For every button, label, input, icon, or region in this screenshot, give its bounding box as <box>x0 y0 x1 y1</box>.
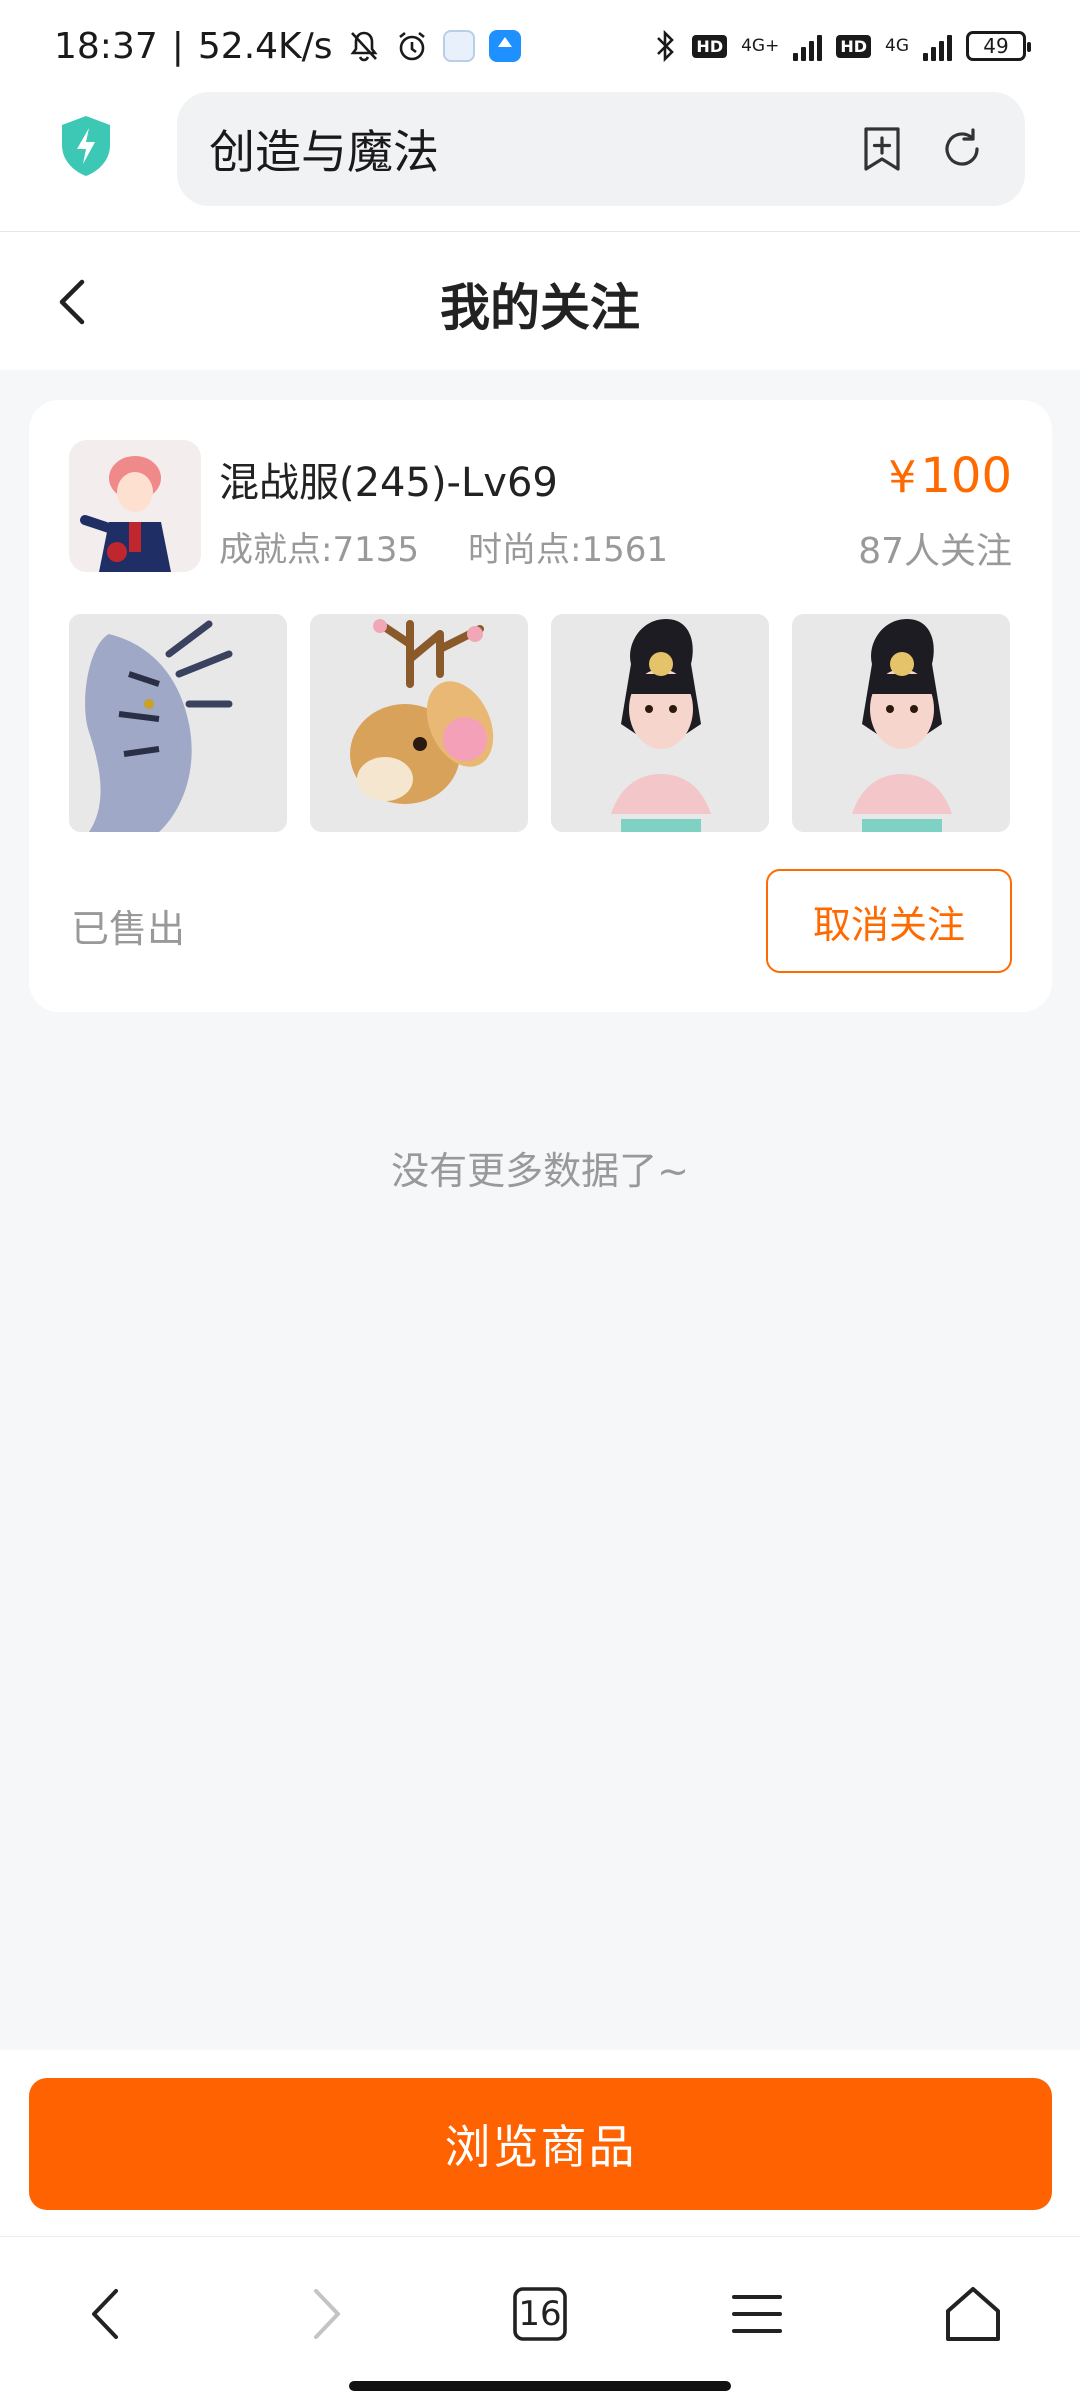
status-bar: 18:37 | 52.4K/s HD 4G+ HD 4G 49 <box>0 0 1080 92</box>
bell-muted-icon <box>349 31 378 62</box>
followers-count: 87人关注 <box>858 531 1012 572</box>
bottom-action-area: 浏览商品 <box>0 2050 1080 2236</box>
fashion-points: 时尚点:1561 <box>468 530 668 570</box>
signal-icon-1 <box>793 31 823 61</box>
hd-badge-2: HD <box>836 34 871 58</box>
network-type-2: 4G <box>885 35 909 56</box>
cloud-app-icon <box>442 30 475 62</box>
browse-products-button[interactable]: 浏览商品 <box>29 2078 1052 2210</box>
status-left: 18:37 | 52.4K/s <box>54 26 521 67</box>
sold-status: 已售出 <box>71 907 186 951</box>
price-value: 100 <box>920 448 1012 504</box>
signal-icon-2 <box>923 31 952 61</box>
achievement-points: 成就点:7135 <box>219 530 419 570</box>
hd-badge-1: HD <box>692 34 728 58</box>
outfit-2-image <box>792 614 1010 832</box>
thumbnail-outfit-1[interactable] <box>551 614 769 832</box>
status-net-speed: 52.4K/s <box>197 25 333 67</box>
server-name: 混战服(245)-Lv69 <box>219 460 558 506</box>
page-header: 我的关注 <box>0 232 1080 370</box>
refresh-icon[interactable] <box>937 124 987 174</box>
status-time: 18:37 <box>54 25 158 67</box>
item-thumbnails <box>69 614 1012 832</box>
tab-count: 16 <box>518 2294 562 2334</box>
status-separator: | <box>171 25 184 67</box>
home-indicator[interactable] <box>349 2381 731 2391</box>
battery-level: 49 <box>983 34 1009 58</box>
security-shield-icon[interactable] <box>58 114 114 178</box>
browser-tabs-button[interactable]: 16 <box>505 2279 575 2349</box>
battery-icon: 49 <box>966 31 1031 61</box>
unfollow-button[interactable]: 取消关注 <box>766 869 1012 973</box>
browser-navigation-bar: 16 <box>0 2236 1080 2400</box>
browser-back-icon[interactable] <box>72 2279 142 2349</box>
bluetooth-icon <box>657 29 675 63</box>
address-text: 创造与魔法 <box>209 125 439 179</box>
browser-address-bar: 创造与魔法 <box>0 92 1080 232</box>
upload-app-icon <box>488 30 521 62</box>
outfit-1-image <box>551 614 769 832</box>
character-avatar <box>69 440 201 572</box>
followed-listing-card[interactable]: 混战服(245)-Lv69 成就点:7135 时尚点:1561 ¥ 100 87… <box>29 400 1052 1012</box>
character-avatar-image <box>69 440 201 572</box>
page-title: 我的关注 <box>440 279 640 337</box>
address-field[interactable]: 创造与魔法 <box>177 92 1025 206</box>
browser-forward-icon[interactable] <box>290 2279 360 2349</box>
price-currency: ¥ <box>888 452 917 503</box>
thumbnail-dragon-mount[interactable] <box>69 614 287 832</box>
add-bookmark-icon[interactable] <box>857 124 907 174</box>
alarm-icon <box>398 31 425 61</box>
deer-mount-image <box>310 614 528 832</box>
status-right: HD 4G+ HD 4G 49 <box>654 28 1031 64</box>
dragon-mount-image <box>69 614 287 832</box>
home-icon[interactable] <box>938 2279 1008 2349</box>
network-type-1: 4G+ <box>741 35 780 56</box>
thumbnail-deer-mount[interactable] <box>310 614 528 832</box>
list-end-message: 没有更多数据了~ <box>391 1149 689 1193</box>
menu-icon[interactable] <box>722 2279 792 2349</box>
thumbnail-outfit-2[interactable] <box>792 614 1010 832</box>
price: ¥ 100 <box>888 448 1012 504</box>
